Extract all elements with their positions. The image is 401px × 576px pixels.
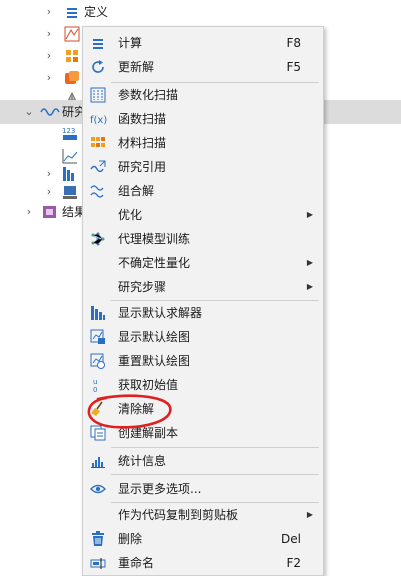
menu-item-label: 显示更多选项...	[118, 482, 202, 496]
menu-item-label: 作为代码复制到剪贴板	[118, 508, 239, 522]
menu-item-label: 材料扫描	[118, 136, 167, 150]
menu-item-optimization[interactable]: 优化 ▶	[83, 203, 323, 227]
menu-item-label: 研究步骤	[118, 280, 167, 294]
menu-item-copy-as-code[interactable]: 作为代码复制到剪贴板 ▶	[83, 503, 323, 527]
menu-item-rename[interactable]: 重命名 F2	[83, 551, 323, 575]
svg-text:f(x): f(x)	[90, 115, 107, 126]
menu-item-label: 获取初始值	[118, 378, 179, 392]
tree-item-definitions[interactable]: › 定义	[0, 0, 401, 24]
menu-item-material-sweep[interactable]: 材料扫描	[83, 131, 323, 155]
menu-item-label: 计算	[118, 36, 143, 50]
shortcut-label: F2	[286, 556, 301, 570]
menu-item-label: 优化	[118, 208, 143, 222]
menu-item-label: 显示默认求解器	[118, 306, 203, 320]
menu-item-label: 创建解副本	[118, 426, 179, 440]
surrogate-model-icon	[90, 231, 106, 247]
study-reference-icon	[90, 159, 106, 175]
menu-item-label: 重命名	[118, 556, 155, 570]
show-plot-icon	[90, 329, 106, 345]
menu-item-label: 删除	[118, 532, 143, 546]
svg-text:u: u	[93, 378, 97, 386]
menu-item-uncertainty-quantification[interactable]: 不确定性量化 ▶	[83, 251, 323, 275]
menu-item-function-sweep[interactable]: f(x) 函数扫描	[83, 107, 323, 131]
menu-item-surrogate-model-training[interactable]: 代理模型训练	[83, 227, 323, 251]
trash-icon	[90, 531, 106, 547]
menu-separator	[111, 447, 319, 448]
menu-item-show-default-plots[interactable]: 显示默认绘图	[83, 325, 323, 349]
initial-values-icon: u0	[90, 377, 106, 394]
menu-item-label: 更新解	[118, 60, 155, 74]
material-sweep-icon	[90, 135, 106, 151]
step-icon: 123	[62, 126, 78, 142]
menu-item-label: 函数扫描	[118, 112, 167, 126]
chevron-right-icon[interactable]: ›	[44, 66, 54, 90]
menu-item-create-solution-copy[interactable]: 创建解副本	[83, 421, 323, 445]
chevron-right-icon[interactable]: ›	[44, 44, 54, 68]
submenu-arrow-icon: ▶	[306, 258, 313, 267]
menu-item-label: 参数化扫描	[118, 88, 179, 102]
menu-item-combine-solutions[interactable]: 组合解	[83, 179, 323, 203]
menu-item-study-steps[interactable]: 研究步骤 ▶	[83, 275, 323, 299]
shortcut-label: F8	[286, 36, 301, 50]
menu-item-show-more-options[interactable]: 显示更多选项...	[83, 477, 323, 501]
menu-item-delete[interactable]: 删除 Del	[83, 527, 323, 551]
study-icon	[40, 104, 60, 120]
menu-item-label: 代理模型训练	[118, 232, 191, 246]
shortcut-label: Del	[281, 532, 301, 546]
submenu-arrow-icon: ▶	[306, 510, 313, 519]
statistics-icon	[90, 453, 106, 469]
chevron-down-icon[interactable]: ⌄	[24, 100, 34, 124]
svg-text:123: 123	[62, 127, 75, 135]
menu-item-show-default-solver[interactable]: 显示默认求解器	[83, 301, 323, 325]
menu-item-label: 显示默认绘图	[118, 330, 191, 344]
copy-solution-icon	[90, 425, 106, 441]
submenu-arrow-icon: ▶	[306, 210, 313, 219]
broom-icon	[90, 401, 106, 417]
chevron-right-icon[interactable]: ›	[44, 0, 54, 24]
eye-icon	[90, 481, 106, 497]
geometry-icon	[64, 26, 80, 42]
results-icon	[42, 204, 58, 220]
menu-item-label: 重置默认绘图	[118, 354, 191, 368]
menu-item-parametric-sweep[interactable]: 参数化扫描	[83, 83, 323, 107]
menu-item-label: 研究引用	[118, 160, 167, 174]
compute-icon	[90, 35, 106, 51]
menu-item-label: 统计信息	[118, 454, 167, 468]
context-menu: 计算 F8 更新解 F5 参数化扫描 f(x) 函数扫描 材料扫描 研究引用 组…	[82, 26, 324, 576]
menu-item-label: 不确定性量化	[118, 256, 191, 270]
rename-icon	[90, 555, 106, 571]
function-sweep-icon: f(x)	[90, 111, 107, 127]
menu-item-label: 清除解	[118, 402, 155, 416]
menu-item-clear-solution[interactable]: 清除解	[83, 397, 323, 421]
svg-text:0: 0	[93, 386, 97, 393]
menu-item-compute[interactable]: 计算 F8	[83, 31, 323, 55]
submenu-arrow-icon: ▶	[306, 282, 313, 291]
menu-item-study-reference[interactable]: 研究引用	[83, 155, 323, 179]
menu-item-update-solution[interactable]: 更新解 F5	[83, 55, 323, 79]
menu-separator	[111, 474, 319, 475]
job-config-icon	[62, 184, 78, 200]
chevron-right-icon[interactable]: ›	[24, 200, 34, 224]
menu-item-label: 组合解	[118, 184, 155, 198]
tree-item-label: 定义	[84, 5, 109, 19]
reset-plot-icon	[90, 353, 106, 369]
show-solver-icon	[90, 305, 106, 321]
material-icon	[64, 48, 80, 64]
parametric-sweep-icon	[90, 87, 106, 103]
menu-item-statistics[interactable]: 统计信息	[83, 449, 323, 473]
equals-icon	[64, 4, 80, 20]
chevron-right-icon[interactable]: ›	[44, 22, 54, 46]
shortcut-label: F5	[286, 60, 301, 74]
physics-icon	[64, 70, 80, 86]
menu-item-reset-default-plots[interactable]: 重置默认绘图	[83, 349, 323, 373]
refresh-icon	[90, 59, 106, 75]
menu-item-get-initial-value[interactable]: u0 获取初始值	[83, 373, 323, 397]
combine-solutions-icon	[90, 183, 106, 199]
